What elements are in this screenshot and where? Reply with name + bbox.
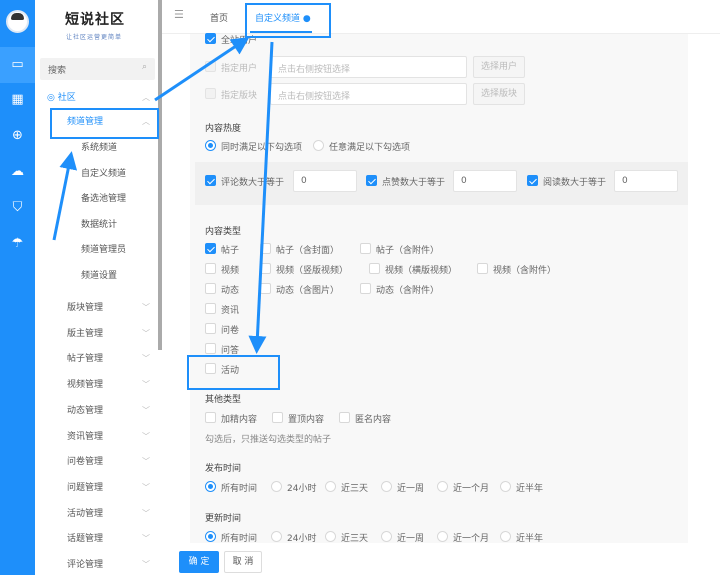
- arrow-to-system-channel: [54, 160, 70, 240]
- arrow-to-tab: [155, 42, 242, 100]
- annotation-arrows: [0, 0, 720, 575]
- arrow-to-event: [257, 42, 272, 345]
